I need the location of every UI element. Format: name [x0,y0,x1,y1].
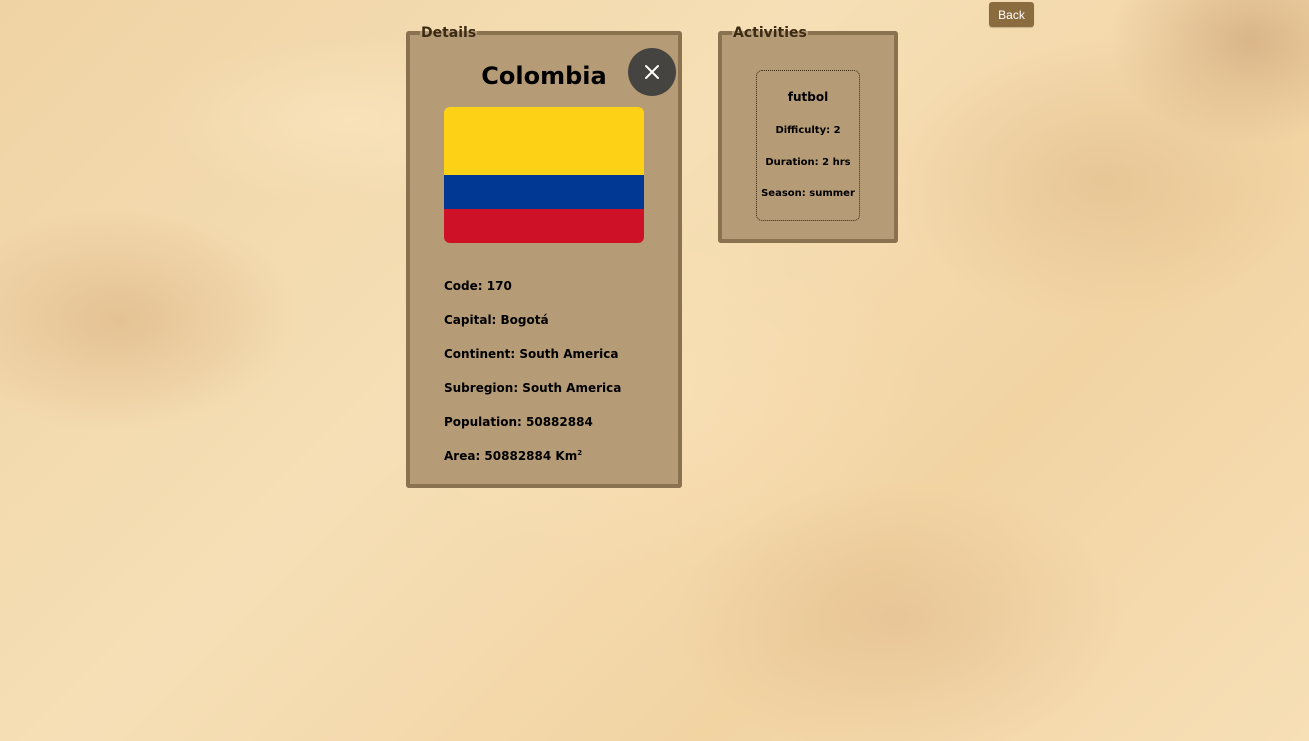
close-icon [645,65,659,79]
activity-duration: Duration: 2 hrs [765,157,851,168]
country-info-list: Code: 170 Capital: Bogotá Continent: Sou… [444,278,621,482]
country-flag [444,107,644,243]
close-button[interactable] [628,48,676,96]
area-unit-superscript: 2 [577,449,583,457]
country-population: Population: 50882884 [444,415,593,429]
country-code: Code: 170 [444,279,512,293]
country-subregion: Subregion: South America [444,381,622,395]
country-area-text: Area: 50882884 Km [444,449,578,463]
activity-difficulty: Difficulty: 2 [775,125,841,136]
activity-name: futbol [787,90,829,104]
details-panel: Details Colombia Code: 170 Capital: Bogo… [406,26,682,488]
details-legend: Details [421,25,477,41]
flag-stripe-red [444,209,644,243]
country-continent: Continent: South America [444,347,619,361]
country-capital: Capital: Bogotá [444,313,549,327]
country-area: Area: 50882884 Km2 [444,448,621,482]
back-button[interactable]: Back [989,2,1034,27]
flag-stripe-blue [444,175,644,209]
activity-card[interactable]: futbol Difficulty: 2 Duration: 2 hrs Sea… [756,70,860,221]
activity-season: Season: summer [761,188,855,199]
flag-stripe-yellow [444,107,644,175]
activities-legend: Activities [733,25,807,41]
activities-panel: Activities futbol Difficulty: 2 Duration… [718,26,898,243]
